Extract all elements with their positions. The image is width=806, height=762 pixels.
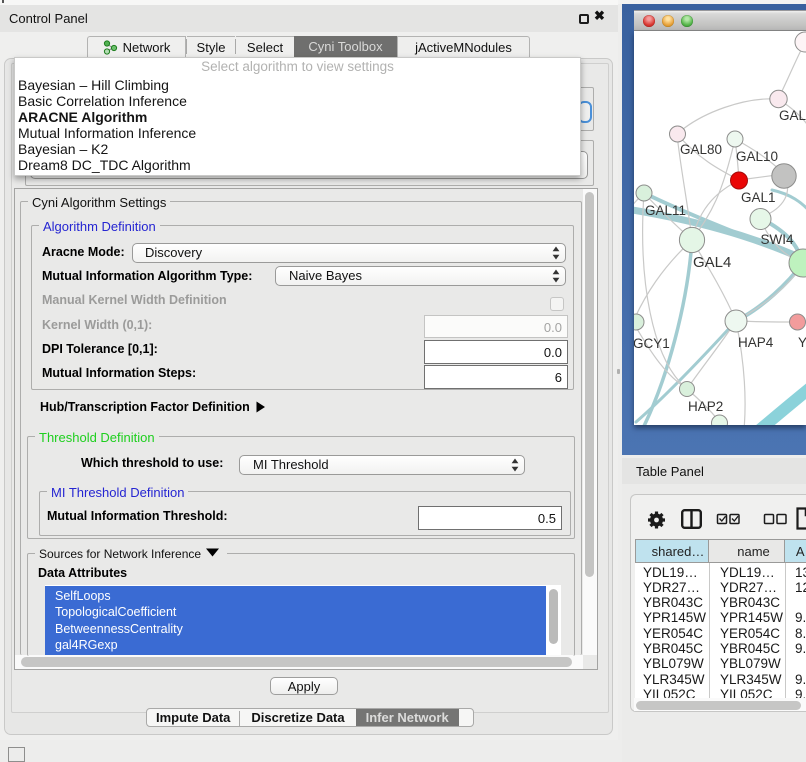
svg-text:GAL10: GAL10 (736, 149, 778, 164)
svg-text:Y: Y (798, 335, 806, 350)
svg-text:GCY1: GCY1 (634, 336, 670, 351)
svg-text:GAL11: GAL11 (645, 203, 686, 218)
svg-text:SWI4: SWI4 (761, 232, 794, 247)
svg-text:GAL: GAL (779, 108, 806, 123)
svg-text:GAL1: GAL1 (741, 190, 776, 205)
svg-text:HAP4: HAP4 (738, 335, 774, 350)
svg-text:HAP2: HAP2 (688, 399, 723, 414)
svg-text:GAL4: GAL4 (693, 254, 731, 271)
svg-text:GAL80: GAL80 (680, 142, 722, 157)
